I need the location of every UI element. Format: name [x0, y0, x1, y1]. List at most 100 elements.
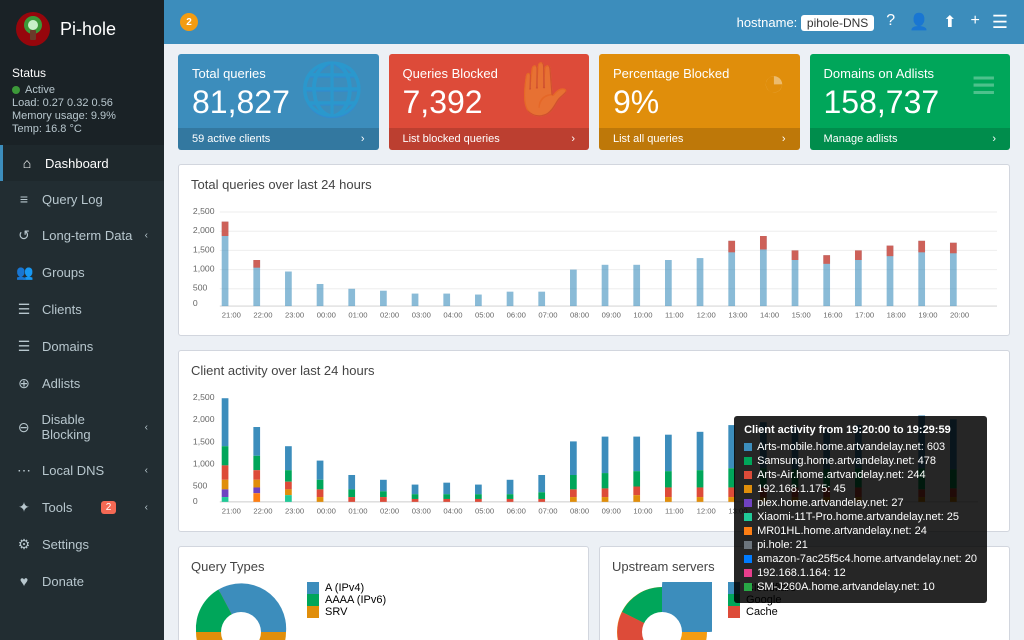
- tooltip-label-3: 192.168.1.175: 45: [757, 483, 846, 495]
- update-badge[interactable]: 2: [180, 13, 198, 31]
- svg-text:20:00: 20:00: [950, 311, 969, 320]
- svg-text:19:00: 19:00: [918, 311, 937, 320]
- svg-text:01:00: 01:00: [348, 507, 367, 516]
- pihole-logo-icon: [16, 12, 50, 46]
- sidebar-item-clients[interactable]: ☰ Clients: [0, 291, 164, 328]
- disable-blocking-arrow: ‹: [145, 422, 148, 433]
- sidebar-item-adlists[interactable]: ⊕ Adlists: [0, 365, 164, 402]
- sidebar-item-donate[interactable]: ♥ Donate: [0, 563, 164, 599]
- sidebar-item-adlists-label: Adlists: [42, 376, 80, 391]
- long-term-arrow: ‹: [145, 230, 148, 241]
- pct-blocked-footer[interactable]: List all queries ›: [599, 128, 800, 150]
- sidebar-item-dashboard[interactable]: ⌂ Dashboard: [0, 145, 164, 181]
- query-types-content: A (IPv4) AAAA (IPv6) SRV: [191, 582, 576, 640]
- sidebar-item-settings[interactable]: ⚙ Settings: [0, 526, 164, 563]
- domains-adlists-footer[interactable]: Manage adlists ›: [810, 128, 1011, 150]
- sidebar-nav: ⌂ Dashboard ≡ Query Log ↺ Long-term Data…: [0, 145, 164, 640]
- svg-text:22:00: 22:00: [253, 507, 272, 516]
- tooltip-dot-0: [744, 443, 752, 451]
- topbar: 2 hostname: pihole-DNS ? 👤 ⬆ + ☰: [164, 0, 1024, 44]
- legend-row-2: SRV: [307, 606, 576, 618]
- sidebar-item-domains[interactable]: ☰ Domains: [0, 328, 164, 365]
- sidebar-status: Status Active Load: 0.27 0.32 0.56 Memor…: [0, 58, 164, 145]
- svg-text:2,000: 2,000: [193, 225, 215, 235]
- sidebar-item-donate-label: Donate: [42, 574, 84, 589]
- svg-text:03:00: 03:00: [412, 507, 431, 516]
- tooltip-dot-3: [744, 485, 752, 493]
- tooltip-label-5: Xiaomi-11T-Pro.home.artvandelay.net: 25: [757, 511, 959, 523]
- tooltip-label-8: amazon-7ac25f5c4.home.artvandelay.net: 2…: [757, 553, 977, 565]
- user-icon[interactable]: 👤: [909, 12, 929, 32]
- total-queries-chart-title: Total queries over last 24 hours: [191, 177, 997, 192]
- svg-text:500: 500: [193, 283, 208, 293]
- svg-text:1,500: 1,500: [193, 436, 215, 446]
- status-memory-label: Memory usage: 9.9%: [12, 110, 116, 122]
- tooltip-label-1: Samsung.home.artvandelay.net: 478: [757, 455, 936, 467]
- clients-icon: ☰: [16, 301, 32, 318]
- tooltip-row-3: 192.168.1.175: 45: [744, 483, 977, 495]
- svg-text:08:00: 08:00: [570, 311, 589, 320]
- total-queries-footer[interactable]: 59 active clients ›: [178, 128, 379, 150]
- donate-icon: ♥: [16, 573, 32, 589]
- tooltip-dot-4: [744, 499, 752, 507]
- svg-text:07:00: 07:00: [538, 311, 557, 320]
- upload-icon[interactable]: ⬆: [943, 12, 956, 32]
- query-types-panel: Query Types: [178, 546, 589, 640]
- hostname-label: hostname: pihole-DNS: [737, 15, 875, 30]
- sidebar-item-disable-blocking[interactable]: ⊖ Disable Blocking ‹: [0, 402, 164, 452]
- svg-text:1,500: 1,500: [193, 245, 215, 255]
- long-term-icon: ↺: [16, 227, 32, 244]
- local-dns-arrow: ‹: [145, 465, 148, 476]
- sidebar-item-query-log-label: Query Log: [42, 192, 103, 207]
- sidebar-item-clients-label: Clients: [42, 302, 82, 317]
- tooltip-row-4: plex.home.artvandelay.net: 27: [744, 497, 977, 509]
- sidebar-item-tools[interactable]: ✦ Tools 2 ‹: [0, 489, 164, 526]
- tooltip-row-0: Arts-mobile.home.artvandelay.net: 603: [744, 441, 977, 453]
- sidebar-item-tools-label: Tools: [42, 500, 72, 515]
- svg-text:13:00: 13:00: [728, 311, 747, 320]
- svg-text:11:00: 11:00: [665, 311, 684, 320]
- svg-text:12:00: 12:00: [697, 507, 716, 516]
- svg-text:05:00: 05:00: [475, 507, 494, 516]
- svg-text:1,000: 1,000: [193, 264, 215, 274]
- queries-blocked-footer[interactable]: List blocked queries ›: [389, 128, 590, 150]
- svg-text:22:00: 22:00: [253, 311, 272, 320]
- query-types-pie: [191, 582, 291, 640]
- svg-text:11:00: 11:00: [665, 507, 684, 516]
- sidebar: Pi-hole Status Active Load: 0.27 0.32 0.…: [0, 0, 164, 640]
- svg-text:09:00: 09:00: [602, 311, 621, 320]
- sidebar-item-long-term[interactable]: ↺ Long-term Data ‹: [0, 217, 164, 254]
- svg-text:2,000: 2,000: [193, 414, 215, 424]
- sidebar-item-query-log[interactable]: ≡ Query Log: [0, 181, 164, 217]
- pct-blocked-icon: ◔: [763, 64, 786, 102]
- sidebar-item-local-dns[interactable]: ⋯ Local DNS ‹: [0, 452, 164, 489]
- tooltip-label-6: MR01HL.home.artvandelay.net: 24: [757, 525, 927, 537]
- total-queries-footer-arrow: ›: [361, 133, 365, 145]
- domains-icon: ☰: [16, 338, 32, 355]
- svg-text:0: 0: [193, 496, 198, 506]
- svg-text:12:00: 12:00: [697, 311, 716, 320]
- content-area: Total queries 81,827 🌐 59 active clients…: [164, 44, 1024, 640]
- help-icon[interactable]: ?: [886, 12, 895, 32]
- menu-icon[interactable]: ☰: [992, 12, 1008, 33]
- domains-adlists-footer-arrow: ›: [992, 133, 996, 145]
- svg-text:18:00: 18:00: [887, 311, 906, 320]
- sidebar-item-groups[interactable]: 👥 Groups: [0, 254, 164, 291]
- tooltip-row-10: SM-J260A.home.artvandelay.net: 10: [744, 581, 977, 593]
- legend-label-1: AAAA (IPv6): [325, 594, 386, 606]
- total-queries-chart-area: 2,500 2,000 1,500 1,000 500 0: [191, 200, 997, 323]
- sidebar-item-domains-label: Domains: [42, 339, 93, 354]
- tooltip-dot-6: [744, 527, 752, 535]
- tools-arrow: ‹: [145, 502, 148, 513]
- svg-text:2,500: 2,500: [193, 206, 215, 216]
- topbar-left: 2: [180, 13, 198, 31]
- upstream-pie: [612, 582, 712, 640]
- tools-icon: ✦: [16, 499, 32, 516]
- tooltip-row-8: amazon-7ac25f5c4.home.artvandelay.net: 2…: [744, 553, 977, 565]
- tooltip-row-2: Arts-Air.home.artvandelay.net: 244: [744, 469, 977, 481]
- domains-adlists-label: Domains on Adlists: [824, 66, 997, 81]
- sidebar-item-local-dns-label: Local DNS: [42, 463, 104, 478]
- svg-text:16:00: 16:00: [823, 311, 842, 320]
- add-icon[interactable]: +: [971, 12, 980, 32]
- stat-card-domains-adlists: Domains on Adlists 158,737 ≡ Manage adli…: [810, 54, 1011, 150]
